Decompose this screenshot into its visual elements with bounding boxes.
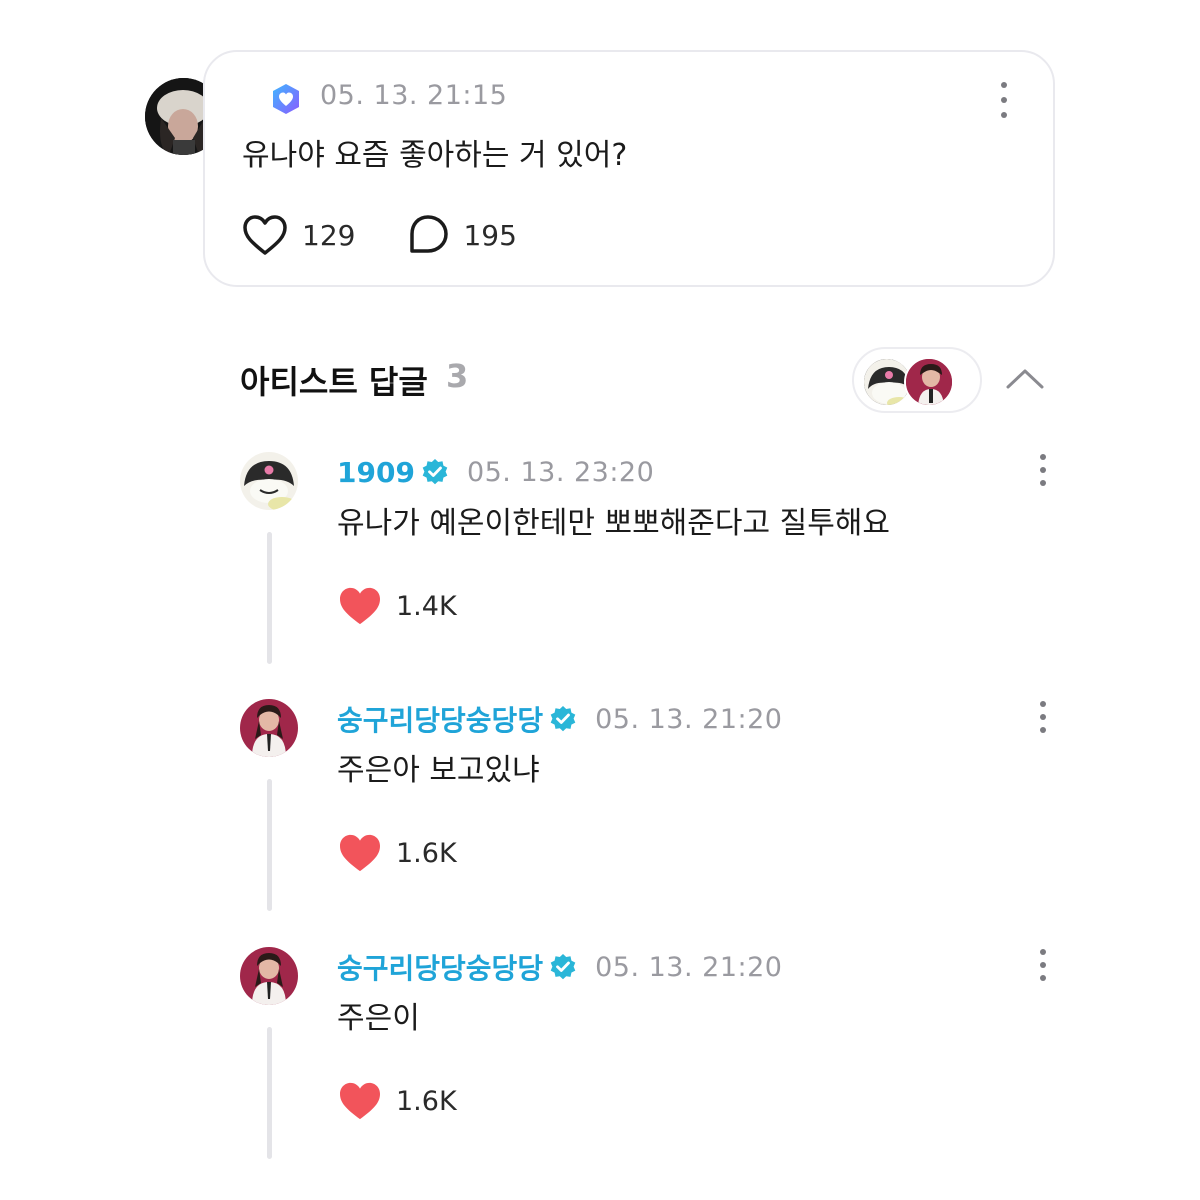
- reply-thread-line: [267, 1027, 272, 1159]
- post-more-options-icon[interactable]: [990, 82, 1018, 118]
- verified-badge-icon: [550, 954, 576, 980]
- comment-count: 195: [463, 218, 517, 252]
- reply-author-name[interactable]: 숭구리당당숭당당: [337, 699, 543, 739]
- reply-thread-line: [267, 532, 272, 664]
- artist-replies-title: 아티스트 답글: [240, 363, 428, 401]
- reply-more-options-icon[interactable]: [1038, 454, 1048, 486]
- heart-filled-icon: [340, 587, 380, 625]
- artist-avatar-sunggurri: [904, 357, 954, 407]
- reply-header: 숭구리당당숭당당 05. 13. 21:20: [337, 699, 782, 739]
- reply-header: 1909 05. 13. 23:20: [337, 452, 654, 492]
- reply-text: 유나가 예온이한테만 뽀뽀해준다고 질투해요: [337, 506, 891, 541]
- reply-like-count: 1.6K: [396, 1085, 457, 1117]
- reply-timestamp: 05. 13. 23:20: [466, 456, 655, 488]
- reply-more-options-icon[interactable]: [1038, 949, 1048, 981]
- post-timestamp: 05. 13. 21:15: [320, 80, 508, 111]
- reply-author-name[interactable]: 숭구리당당숭당당: [337, 947, 543, 987]
- reply-more-options-icon[interactable]: [1038, 701, 1048, 733]
- comment-bubble-icon: [410, 215, 449, 253]
- reply-avatar[interactable]: [240, 947, 298, 1005]
- reply-avatar[interactable]: [240, 699, 298, 757]
- heart-filled-icon: [340, 834, 380, 872]
- reply-text: 주은이: [337, 1001, 420, 1036]
- post-actions: 129 195: [242, 214, 569, 256]
- reply-like-count: 1.6K: [396, 837, 457, 869]
- artist-reply: 1909 05. 13. 23:20 유나가 예온이한테만 뽀뽀해준다고 질투해…: [240, 452, 1070, 692]
- reply-author-name[interactable]: 1909: [337, 456, 415, 489]
- reply-like-button[interactable]: 1.4K: [338, 586, 457, 626]
- reply-like-button[interactable]: 1.6K: [338, 1081, 457, 1121]
- heart-outline-icon: [243, 215, 287, 255]
- reply-timestamp: 05. 13. 21:20: [595, 703, 783, 735]
- artist-avatar-stack[interactable]: [852, 347, 982, 413]
- reply-text: 주은아 보고있냐: [337, 753, 540, 788]
- post-text: 유나야 요즘 좋아하는 거 있어?: [242, 138, 628, 173]
- reply-thread-line: [267, 779, 272, 911]
- heart-filled-icon: [340, 1082, 380, 1120]
- verified-badge-icon: [550, 706, 576, 732]
- comment-button[interactable]: 195: [407, 214, 517, 256]
- like-button[interactable]: 129: [242, 214, 355, 256]
- reply-avatar[interactable]: [240, 452, 298, 510]
- artist-replies-count: 3: [446, 357, 469, 395]
- artist-reply: 숭구리당당숭당당 05. 13. 21:20 주은이 1.6K: [240, 947, 1070, 1187]
- reply-like-count: 1.4K: [396, 590, 457, 622]
- heart-shield-icon: [273, 84, 299, 114]
- reply-timestamp: 05. 13. 21:20: [595, 951, 783, 983]
- reply-like-button[interactable]: 1.6K: [338, 833, 457, 873]
- chevron-up-icon[interactable]: [1005, 363, 1045, 393]
- verified-badge-icon: [422, 459, 448, 485]
- post-card[interactable]: 05. 13. 21:15 유나야 요즘 좋아하는 거 있어? 129 195: [203, 50, 1055, 287]
- reply-header: 숭구리당당숭당당 05. 13. 21:20: [337, 947, 782, 987]
- artist-reply: 숭구리당당숭당당 05. 13. 21:20 주은아 보고있냐 1.6K: [240, 699, 1070, 939]
- like-count: 129: [302, 218, 356, 252]
